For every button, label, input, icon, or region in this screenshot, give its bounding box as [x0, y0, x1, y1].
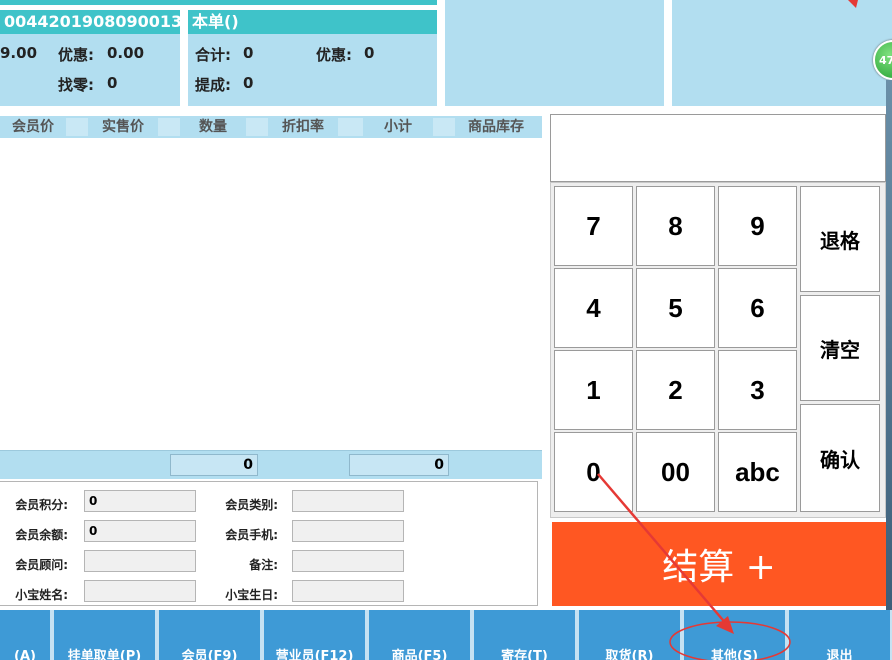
note-field[interactable]	[292, 550, 404, 572]
order-panel: 0044201908090013) 9.00 优惠: 0.00 找零: 0	[0, 10, 180, 106]
clear-button[interactable]: 清空	[800, 295, 880, 401]
total-value: 0	[243, 44, 254, 62]
exit-label: 退出	[826, 649, 853, 660]
key-4[interactable]: 4	[554, 268, 633, 348]
member-advisor-field[interactable]	[84, 550, 196, 572]
backspace-button[interactable]: 退格	[800, 186, 880, 292]
member-type-label: 会员类别:	[225, 498, 278, 512]
keypad-display	[550, 114, 886, 182]
checkout-label: 结算 +	[662, 547, 776, 588]
key-3[interactable]: 3	[718, 350, 797, 430]
current-order-panel: 本单() 合计: 0 优惠: 0 提成: 0	[188, 10, 437, 106]
change-value: 0	[107, 74, 118, 92]
key-5[interactable]: 5	[636, 268, 715, 348]
commission-label: 提成:	[195, 76, 231, 94]
col-divider	[246, 118, 268, 136]
storage-label: 寄存(T)	[501, 649, 548, 660]
key-00[interactable]: 00	[636, 432, 715, 512]
order-discount-label: 优惠:	[58, 46, 94, 64]
table-header: 会员价 实售价 数量 折扣率 小计 商品库存	[0, 116, 542, 138]
col-sale-price: 实售价	[102, 119, 144, 135]
salesperson-button[interactable]: 营业员(F12)	[264, 610, 367, 660]
member-info-panel: 会员积分: 0 会员类别: 会员余额: 0 会员手机: 会员顾问: 备注: 小宝…	[0, 481, 538, 606]
note-label: 备注:	[249, 558, 278, 572]
product-table-body[interactable]	[0, 138, 542, 450]
baby-birthday-field[interactable]	[292, 580, 404, 602]
col-quantity: 数量	[199, 119, 227, 135]
key-0[interactable]: 0	[554, 432, 633, 512]
bottom-button-a[interactable]: (A)	[0, 610, 52, 660]
total-amount: 0	[434, 457, 444, 473]
member-phone-label: 会员手机:	[225, 528, 278, 542]
total-quantity-field: 0	[170, 454, 258, 476]
side-image-strip	[886, 80, 892, 610]
col-divider	[158, 118, 180, 136]
hold-retrieve-button[interactable]: 挂单取单(P)	[54, 610, 157, 660]
pickup-label: 取货(R)	[605, 649, 654, 660]
info-panel-right	[672, 0, 892, 106]
key-9[interactable]: 9	[718, 186, 797, 266]
col-member-price: 会员价	[12, 119, 54, 135]
salesperson-label: 营业员(F12)	[275, 649, 354, 660]
checkout-button[interactable]: 结算 +	[552, 522, 886, 606]
pickup-button[interactable]: 取货(R)	[579, 610, 682, 660]
total-label: 合计:	[195, 46, 231, 64]
other-label: 其他(S)	[710, 649, 759, 660]
confirm-button[interactable]: 确认	[800, 404, 880, 512]
member-points-field[interactable]: 0	[84, 490, 196, 512]
total-amount-field: 0	[349, 454, 449, 476]
totals-row: 0 0	[0, 450, 542, 479]
current-discount-value: 0	[364, 44, 375, 62]
product-button[interactable]: 商品(F5)	[369, 610, 472, 660]
member-button[interactable]: 会员(F9)	[159, 610, 262, 660]
member-advisor-label: 会员顾问:	[15, 558, 68, 572]
member-points-label: 会员积分:	[15, 498, 68, 512]
current-order-title: 本单()	[188, 10, 437, 34]
status-badge-text: 47	[879, 54, 892, 67]
received-value: 9.00	[0, 44, 38, 62]
change-label: 找零:	[58, 76, 94, 94]
product-label: 商品(F5)	[391, 649, 448, 660]
member-balance-label: 会员余额:	[15, 528, 68, 542]
baby-birthday-label: 小宝生日:	[225, 588, 278, 602]
col-discount-rate: 折扣率	[282, 119, 324, 135]
exit-button[interactable]: 退出	[789, 610, 892, 660]
other-button[interactable]: 其他(S)	[684, 610, 787, 660]
hold-retrieve-label: 挂单取单(P)	[67, 649, 142, 660]
commission-value: 0	[243, 74, 254, 92]
key-7[interactable]: 7	[554, 186, 633, 266]
bottom-bar: (A) 挂单取单(P) 会员(F9) 营业员(F12) 商品(F5) 寄存(T)…	[0, 610, 892, 660]
key-6[interactable]: 6	[718, 268, 797, 348]
member-button-label: 会员(F9)	[181, 649, 238, 660]
member-type-field[interactable]	[292, 490, 404, 512]
col-divider	[338, 118, 363, 136]
col-divider	[66, 118, 88, 136]
annotation-arrow-icon	[848, 0, 858, 8]
top-strip-left	[0, 0, 437, 5]
key-2[interactable]: 2	[636, 350, 715, 430]
info-panel-blank	[445, 0, 664, 106]
total-quantity: 0	[243, 457, 253, 473]
col-subtotal: 小计	[384, 119, 412, 135]
baby-name-label: 小宝姓名:	[15, 588, 68, 602]
baby-name-field[interactable]	[84, 580, 196, 602]
key-8[interactable]: 8	[636, 186, 715, 266]
storage-button[interactable]: 寄存(T)	[474, 610, 577, 660]
order-panel-title: 0044201908090013)	[0, 10, 180, 34]
member-phone-field[interactable]	[292, 520, 404, 542]
member-balance-field[interactable]: 0	[84, 520, 196, 542]
col-stock: 商品库存	[468, 119, 524, 135]
key-1[interactable]: 1	[554, 350, 633, 430]
key-abc[interactable]: abc	[718, 432, 797, 512]
bottom-button-a-label: (A)	[14, 649, 36, 660]
col-divider	[433, 118, 455, 136]
current-discount-label: 优惠:	[316, 46, 352, 64]
order-discount-value: 0.00	[107, 44, 145, 62]
